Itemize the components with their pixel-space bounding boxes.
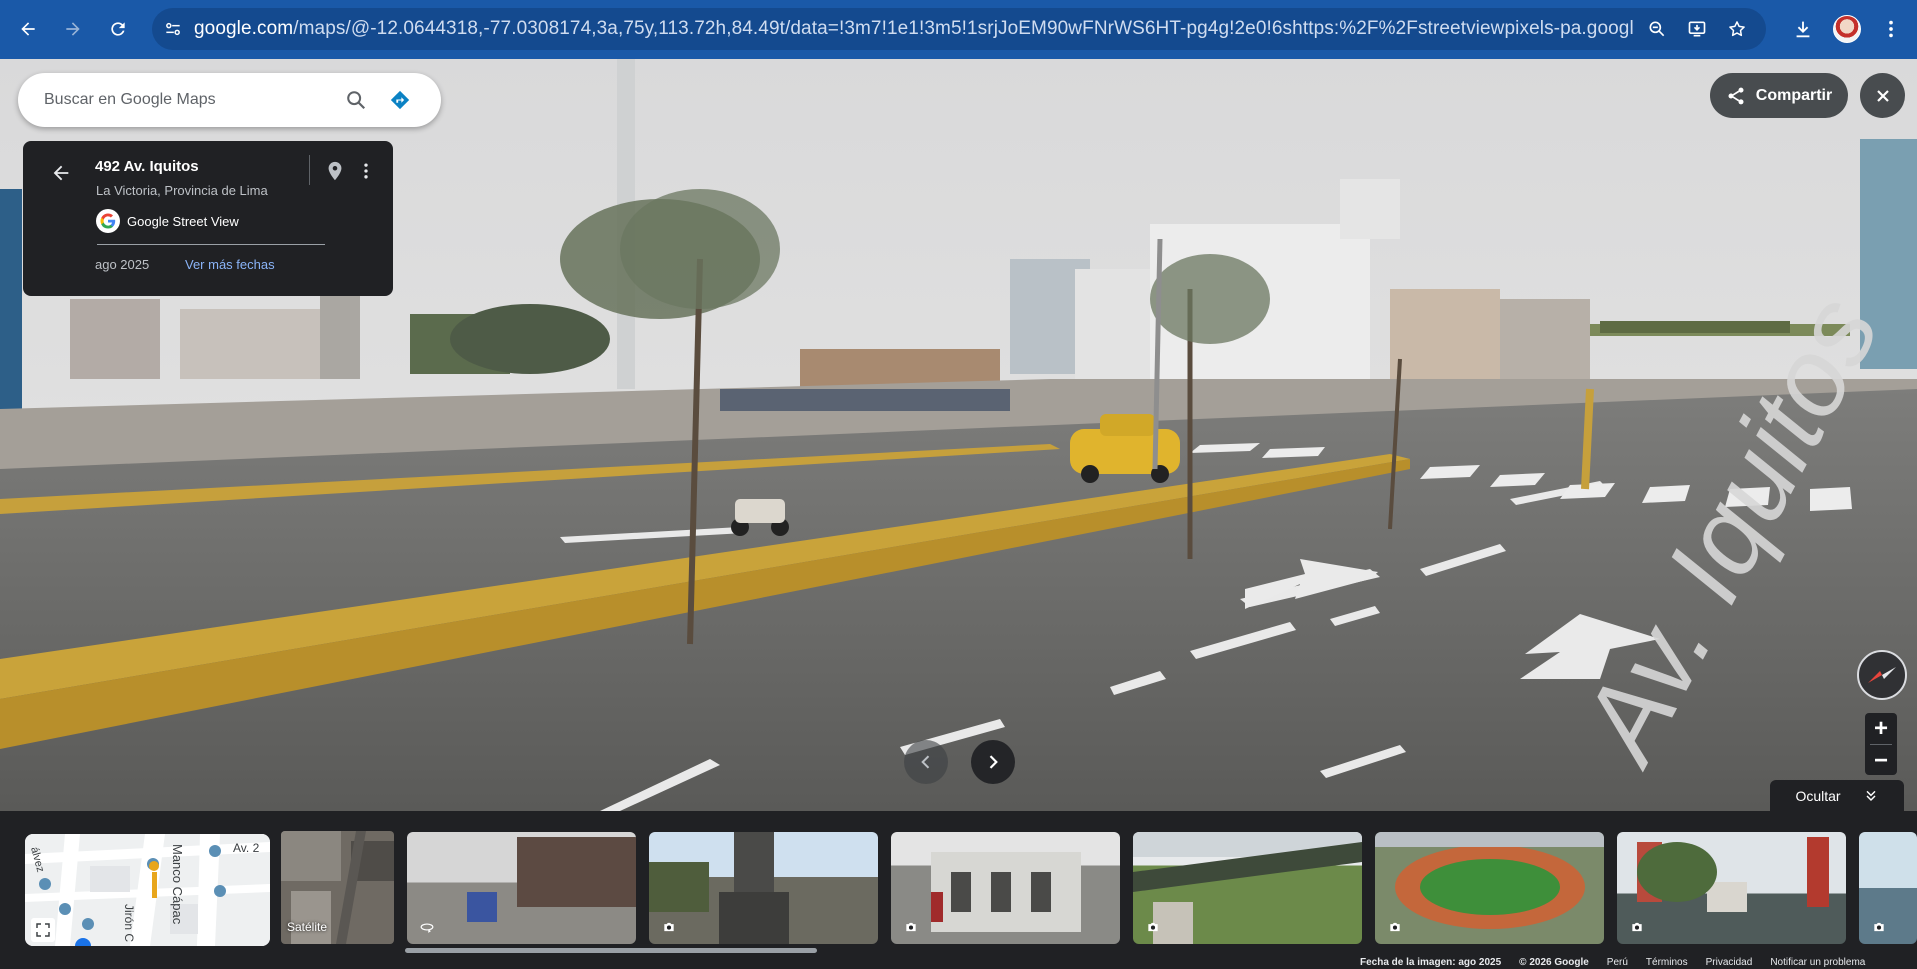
thumb-7[interactable]	[1859, 832, 1917, 944]
compass-icon	[1868, 667, 1896, 683]
search-box[interactable]	[18, 73, 441, 127]
camera-icon	[1632, 922, 1642, 932]
avatar	[1833, 15, 1861, 43]
thumb-3[interactable]	[891, 832, 1120, 944]
compass[interactable]	[1857, 650, 1907, 700]
share-button[interactable]: Compartir	[1710, 73, 1848, 118]
place-address: 492 Av. Iquitos	[95, 158, 199, 175]
address-bar[interactable]: google.com/maps/@-12.0644318,-77.0308174…	[152, 8, 1766, 50]
back-arrow-button[interactable]	[43, 155, 79, 191]
downloads-icon[interactable]	[1783, 9, 1823, 49]
camera-icon	[664, 922, 674, 932]
copyright: © 2026 Google	[1519, 957, 1589, 968]
thumbnail-image	[1375, 832, 1604, 929]
forward-button[interactable]	[56, 12, 90, 46]
camera-icon	[1390, 922, 1400, 932]
street-view-source: Google Street View	[96, 209, 239, 233]
photo-strip: Manco Cápac Av. 2 Jirón C álvez Satélite	[0, 811, 1917, 967]
zoom-out-button[interactable]: −	[1865, 745, 1897, 776]
arrow-left-icon	[53, 165, 69, 181]
more-dates-link[interactable]: Ver más fechas	[185, 257, 275, 272]
share-icon	[1728, 87, 1744, 104]
reload-button[interactable]	[101, 12, 135, 46]
zoom-in-button[interactable]: +	[1865, 713, 1897, 744]
previous-photo-button[interactable]	[904, 740, 948, 784]
thumb-6[interactable]	[1617, 832, 1846, 944]
map-footer: Fecha de la imagen: ago 2025 © 2026 Goog…	[1360, 957, 1865, 969]
next-photo-button[interactable]	[971, 740, 1015, 784]
thumb-4[interactable]	[1133, 832, 1362, 944]
thumbnail-image	[1133, 832, 1362, 944]
minimap-street-label: Manco Cápac	[170, 844, 185, 925]
arrow-left-icon	[21, 22, 35, 36]
arrow-right-icon	[66, 22, 80, 36]
install-app-icon[interactable]	[1680, 12, 1714, 46]
divider	[97, 244, 325, 245]
360-icon	[420, 923, 434, 933]
back-button[interactable]	[11, 12, 45, 46]
image-date: Fecha de la imagen: ago 2025	[1360, 957, 1502, 968]
hide-label: Ocultar	[1795, 788, 1841, 804]
minimap-image: Manco Cápac Av. 2 Jirón C álvez	[25, 834, 270, 946]
satellite-label: Satélite	[287, 920, 328, 934]
search-input[interactable]	[44, 91, 334, 109]
camera-icon	[1148, 922, 1158, 932]
thumbnail-image	[649, 832, 789, 944]
reload-icon	[111, 22, 125, 36]
site-settings-icon[interactable]	[152, 8, 194, 50]
zoom-control: + −	[1865, 713, 1897, 775]
privacy-link[interactable]: Privacidad	[1706, 957, 1753, 969]
close-button[interactable]	[1860, 73, 1905, 118]
camera-icon	[1874, 922, 1884, 932]
browser-menu-icon[interactable]	[1871, 9, 1911, 49]
divider	[309, 155, 310, 185]
thumbnail-image	[467, 837, 636, 922]
close-icon	[1876, 89, 1889, 102]
browser-toolbar: google.com/maps/@-12.0644318,-77.0308174…	[0, 0, 1917, 59]
url-host: google.com	[194, 18, 294, 39]
strip-scrollbar[interactable]	[405, 948, 817, 953]
url-path: /maps/@-12.0644318,-77.0308174,3a,75y,11…	[293, 18, 1634, 39]
thumb-1[interactable]	[407, 832, 636, 944]
minimap-street-label: Av. 2	[233, 841, 260, 855]
zoom-page-icon[interactable]	[1640, 12, 1674, 46]
satellite-toggle[interactable]: Satélite	[281, 831, 394, 944]
profile-avatar[interactable]	[1827, 9, 1867, 49]
share-label: Compartir	[1755, 86, 1833, 104]
thumbnail-image	[931, 852, 1081, 932]
double-chevron-down-icon	[1866, 790, 1876, 802]
google-logo-icon	[96, 209, 120, 233]
place-locality: La Victoria, Provincia de Lima	[96, 183, 268, 198]
map-pin-icon[interactable]	[319, 155, 351, 187]
expand-map-icon[interactable]	[31, 918, 55, 942]
thumbnail-image	[1637, 837, 1829, 912]
source-label: Google Street View	[127, 213, 239, 229]
report-problem-link[interactable]: Notificar un problema	[1770, 957, 1865, 969]
url-text: google.com/maps/@-12.0644318,-77.0308174…	[194, 18, 1634, 40]
terms-link[interactable]: Términos	[1646, 957, 1688, 969]
hide-imagery-button[interactable]: Ocultar	[1770, 780, 1904, 812]
country-link[interactable]: Perú	[1607, 957, 1628, 969]
search-icon[interactable]	[334, 78, 378, 122]
bookmark-star-icon[interactable]	[1720, 12, 1754, 46]
capture-date: ago 2025	[95, 257, 150, 272]
chevron-right-icon	[989, 755, 998, 769]
minimap-street-label: Jirón C	[122, 904, 136, 942]
thumb-2[interactable]	[649, 832, 878, 944]
place-info-card: 492 Av. Iquitos La Victoria, Provincia d…	[23, 141, 393, 296]
thumb-5[interactable]	[1375, 832, 1604, 944]
minimap[interactable]: Manco Cápac Av. 2 Jirón C álvez	[25, 834, 270, 946]
directions-icon[interactable]	[378, 78, 422, 122]
chevron-left-icon	[921, 755, 930, 769]
more-options-icon[interactable]	[353, 155, 379, 187]
camera-icon	[906, 922, 916, 932]
